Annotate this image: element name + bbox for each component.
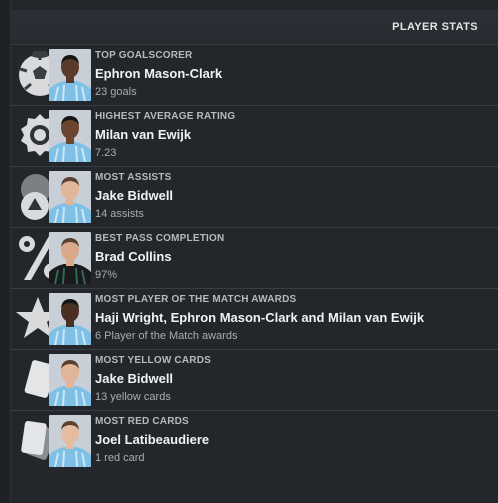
player-avatar[interactable] — [49, 293, 91, 345]
category-label: MOST RED CARDS — [95, 416, 189, 427]
player-avatar[interactable] — [49, 49, 91, 101]
category-label: BEST PASS COMPLETION — [95, 233, 225, 244]
stat-row-most-red-cards[interactable]: MOST RED CARDS Joel Latibeaudiere 1 red … — [10, 411, 498, 472]
panel-title: PLAYER STATS — [392, 21, 478, 33]
player-avatar[interactable] — [49, 110, 91, 162]
stat-value: 13 yellow cards — [95, 391, 171, 403]
stat-row-highest-average-rating[interactable]: HIGHEST AVERAGE RATING Milan van Ewijk 7… — [10, 106, 498, 167]
stat-row-most-assists[interactable]: MOST ASSISTS Jake Bidwell 14 assists — [10, 167, 498, 228]
category-label: TOP GOALSCORER — [95, 50, 193, 61]
category-label: MOST PLAYER OF THE MATCH AWARDS — [95, 294, 297, 305]
category-label: MOST YELLOW CARDS — [95, 355, 211, 366]
player-name-link[interactable]: Ephron Mason-Clark — [95, 65, 490, 82]
player-name-link[interactable]: Joel Latibeaudiere — [95, 431, 490, 448]
player-stats-panel: PLAYER STATS TOP GOALSCORER Ephron Mason… — [0, 0, 498, 503]
player-avatar[interactable] — [49, 415, 91, 467]
player-name-link[interactable]: Milan van Ewijk — [95, 126, 490, 143]
stat-value: 7.23 — [95, 147, 117, 159]
player-name-link[interactable]: Brad Collins — [95, 248, 490, 265]
stat-row-best-pass-completion[interactable]: BEST PASS COMPLETION Brad Collins 97% — [10, 228, 498, 289]
stat-value: 14 assists — [95, 208, 144, 220]
stat-row-top-goalscorer[interactable]: TOP GOALSCORER Ephron Mason-Clark 23 goa… — [10, 45, 498, 106]
player-name-link[interactable]: Jake Bidwell — [95, 370, 490, 387]
panel-header: PLAYER STATS — [10, 10, 498, 45]
stat-row-most-yellow-cards[interactable]: MOST YELLOW CARDS Jake Bidwell 13 yellow… — [10, 350, 498, 411]
stat-value: 6 Player of the Match awards — [95, 330, 238, 342]
player-avatar[interactable] — [49, 232, 91, 284]
category-label: HIGHEST AVERAGE RATING — [95, 111, 236, 122]
player-name-link[interactable]: Haji Wright, Ephron Mason-Clark and Mila… — [95, 309, 490, 326]
player-name-link[interactable]: Jake Bidwell — [95, 187, 490, 204]
stats-list: TOP GOALSCORER Ephron Mason-Clark 23 goa… — [10, 45, 498, 472]
stat-value: 23 goals — [95, 86, 137, 98]
stat-value: 97% — [95, 269, 118, 281]
stat-value: 1 red card — [95, 452, 145, 464]
category-label: MOST ASSISTS — [95, 172, 172, 183]
player-avatar[interactable] — [49, 354, 91, 406]
player-avatar[interactable] — [49, 171, 91, 223]
stat-row-most-player-of-the-match[interactable]: MOST PLAYER OF THE MATCH AWARDS Haji Wri… — [10, 289, 498, 350]
